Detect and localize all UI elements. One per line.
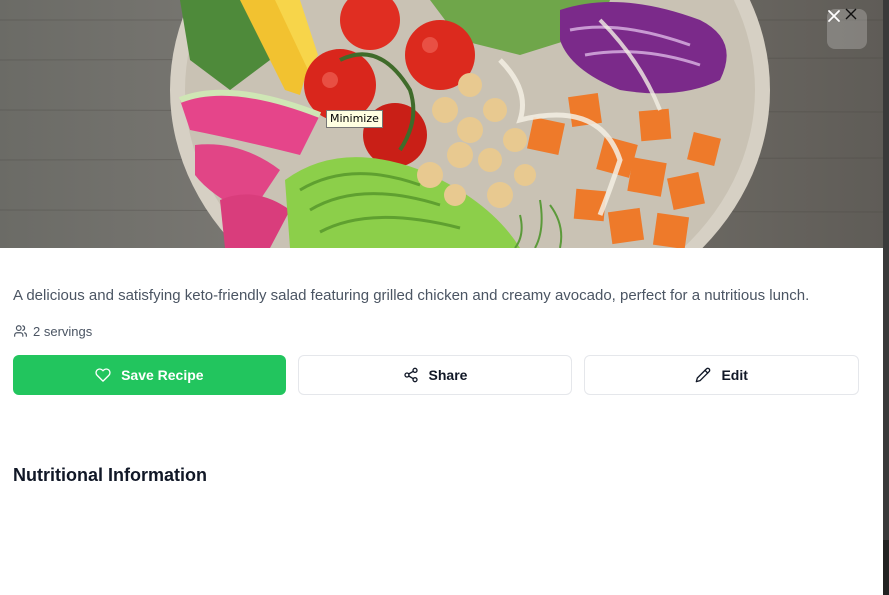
recipe-actions: Save Recipe Share Edit xyxy=(13,355,860,395)
close-icon xyxy=(828,10,840,22)
edit-button[interactable]: Edit xyxy=(584,355,860,395)
nutrition-section-title: Nutritional Information xyxy=(13,465,207,485)
minimize-tooltip: Minimize xyxy=(326,110,383,128)
recipe-content: A delicious and satisfying keto-friendly… xyxy=(13,248,860,486)
recipe-modal: Minimize A delicious and satisfying keto… xyxy=(0,0,883,595)
window-edge xyxy=(883,0,889,595)
share-label: Share xyxy=(428,367,468,383)
users-icon xyxy=(14,325,27,337)
pencil-icon xyxy=(696,367,711,383)
page: Minimize A delicious and satisfying keto… xyxy=(0,0,889,595)
edit-label: Edit xyxy=(721,367,748,383)
servings-text: 2 servings xyxy=(33,323,93,339)
save-recipe-button[interactable]: Save Recipe xyxy=(13,355,286,395)
salad-bowl-illustration xyxy=(0,0,883,248)
share-button[interactable]: Share xyxy=(297,355,573,395)
heart-icon xyxy=(95,368,111,382)
window-close-icon xyxy=(845,8,857,20)
recipe-description: A delicious and satisfying keto-friendly… xyxy=(13,287,810,304)
recipe-hero-image: Minimize xyxy=(0,0,883,248)
window-close-button[interactable] xyxy=(845,8,861,24)
window-edge-bottom xyxy=(883,540,889,595)
servings-info: 2 servings xyxy=(13,323,859,339)
share-icon xyxy=(403,367,418,383)
save-recipe-label: Save Recipe xyxy=(121,367,204,383)
